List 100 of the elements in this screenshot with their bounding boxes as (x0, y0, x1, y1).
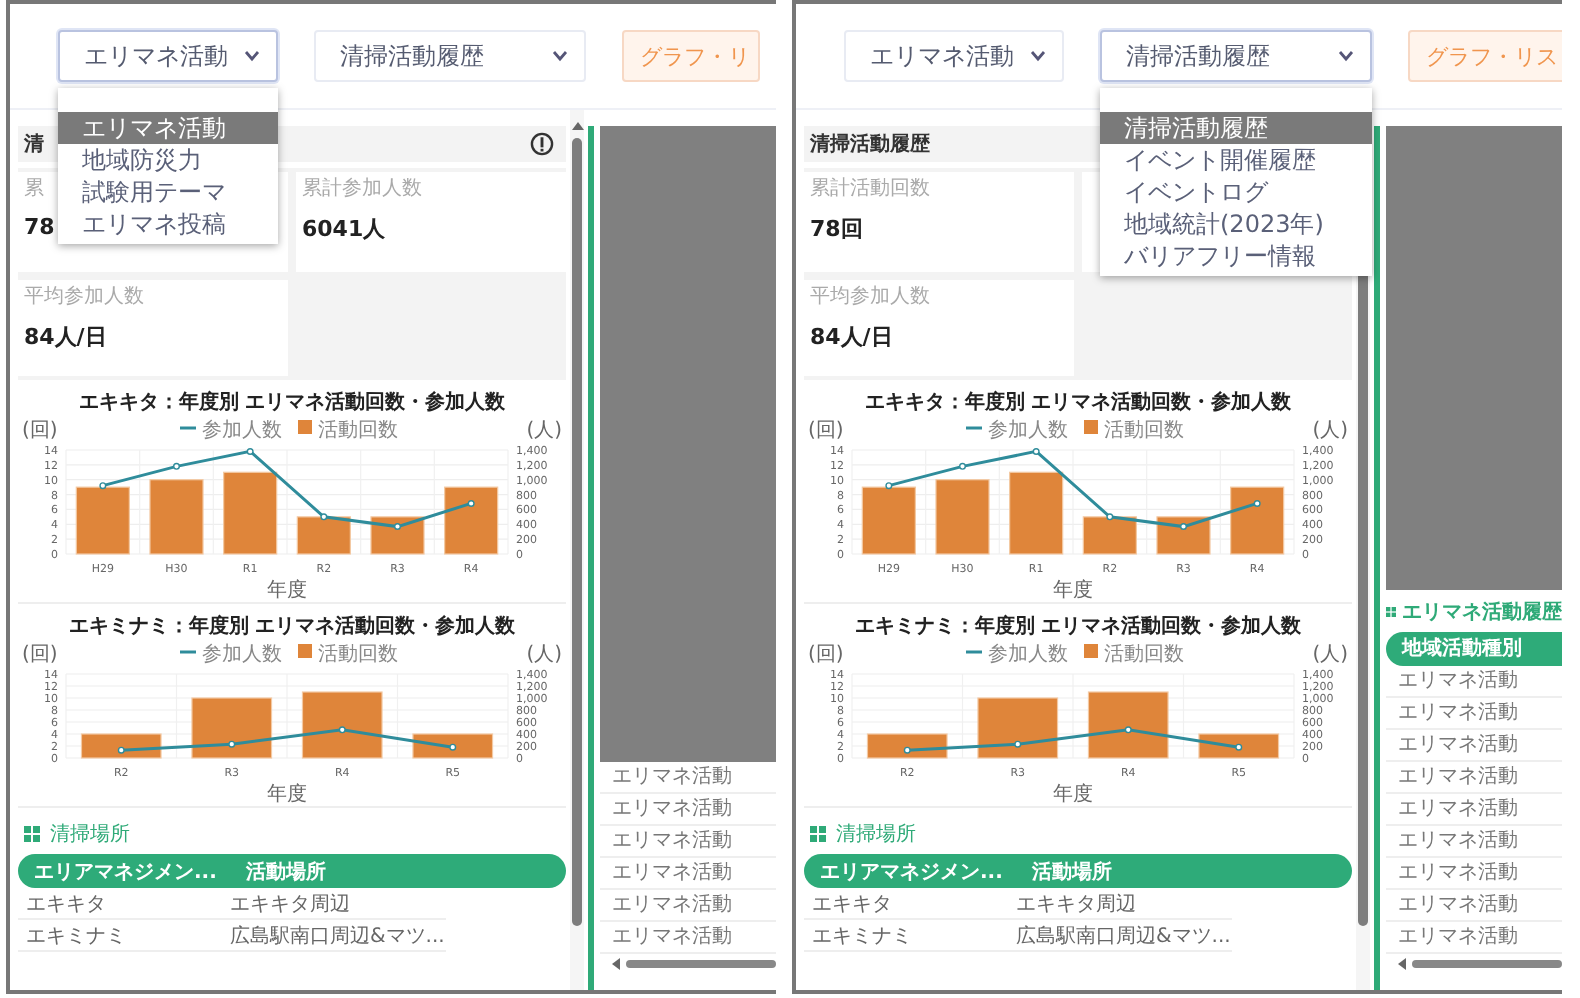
list-item[interactable]: エリマネ活動 (600, 762, 776, 794)
axis-unit: (人) (1312, 420, 1348, 442)
select-dropdown[interactable]: エリマネ活動 (58, 30, 278, 82)
data-point (338, 726, 346, 734)
legend-label: 参加人数 (202, 418, 282, 442)
table-cell-text: 広島駅南口周辺&マツ... (1016, 923, 1231, 949)
list-item[interactable]: エリマネ活動 (1386, 794, 1562, 826)
axis-unit: (回) (22, 420, 58, 442)
list-item[interactable]: エリマネ活動 (1386, 922, 1562, 954)
scrollbar-thumb[interactable] (626, 960, 776, 968)
scrollbar[interactable] (570, 110, 584, 990)
card-value: 84人/日 (24, 322, 107, 352)
list-item[interactable]: エリマネ活動 (600, 794, 776, 826)
menu-item[interactable]: イベントログ (1100, 176, 1372, 208)
table-cell-text: エキミナミ (26, 923, 128, 949)
list-item[interactable]: エリマネ活動 (600, 890, 776, 922)
legend-item: 参加人数 (966, 644, 1068, 666)
data-point (959, 462, 966, 470)
card-label: 累計参加人数 (302, 178, 422, 202)
scrollbar-thumb[interactable] (1412, 960, 1562, 968)
table-cell-text: エキキタ周辺 (1016, 891, 1136, 917)
legend-item: 参加人数 (966, 420, 1068, 442)
chevron-down-icon (244, 50, 260, 62)
list-item[interactable]: エリマネ活動 (1386, 858, 1562, 890)
data-point (1124, 726, 1132, 734)
data-point (246, 448, 254, 455)
chart-title: エキミナミ：年度別 エリマネ活動回数・参加人数 (68, 616, 516, 638)
legend-label: 参加人数 (202, 642, 282, 666)
list-header: 地域活動種別 (1386, 632, 1562, 666)
card-value: 78回 (810, 214, 863, 244)
card-label: 累 (24, 178, 44, 202)
list-item[interactable]: エリマネ活動 (1386, 666, 1562, 698)
chevron-down-icon (552, 50, 568, 62)
menu-item[interactable]: 清掃活動履歴 (1100, 112, 1372, 144)
list-item[interactable]: エリマネ活動 (600, 922, 776, 954)
section-title: 清 (24, 131, 44, 158)
grid-icon (1386, 604, 1396, 620)
list-item[interactable]: エリマネ活動 (1386, 698, 1562, 730)
info-icon[interactable] (530, 132, 554, 156)
menu-item[interactable]: エリマネ活動 (58, 112, 278, 144)
table-cell-text: エキキタ (812, 891, 894, 917)
menu-item[interactable]: 試験用テーマ (58, 176, 278, 208)
scroll-left-icon (1398, 958, 1406, 970)
column-header: 活動場所 (1032, 859, 1112, 885)
data-point (903, 746, 911, 754)
list-item[interactable]: エリマネ活動 (1386, 730, 1562, 762)
data-point (117, 746, 125, 754)
select-dropdown[interactable]: 清掃活動履歴 (314, 30, 586, 82)
table-cell-text: エキキタ (26, 891, 108, 917)
menu-item[interactable]: バリアフリー情報 (1100, 240, 1372, 272)
data-point (99, 482, 107, 490)
list-item[interactable]: エリマネ活動 (600, 826, 776, 858)
select-dropdown[interactable]: エリマネ活動 (844, 30, 1064, 82)
legend-item: 参加人数 (180, 420, 282, 442)
column-header: エリアマネジメン... (820, 859, 1005, 885)
data-point (320, 513, 328, 521)
card-value: 78 (24, 214, 55, 240)
data-point (1032, 448, 1040, 455)
card-value: 6041人 (302, 214, 386, 244)
menu-item[interactable]: 地域防災力 (58, 144, 278, 176)
data-point (885, 482, 893, 490)
axis-title: 年度 (1053, 580, 1093, 602)
data-point (449, 743, 457, 751)
list-item[interactable]: エリマネ活動 (1386, 890, 1562, 922)
legend-item: 活動回数 (298, 420, 398, 442)
data-point (1235, 743, 1243, 751)
legend-item: 活動回数 (1084, 420, 1184, 442)
grid-icon (810, 826, 826, 842)
data-point (1180, 523, 1187, 530)
card-label: 平均参加人数 (24, 286, 144, 310)
list-title: エリマネ活動履歴 (1402, 599, 1562, 626)
scroll-left-icon (612, 958, 620, 970)
chevron-down-icon (1030, 50, 1046, 62)
data-point (228, 740, 236, 748)
card-value: 84人/日 (810, 322, 893, 352)
grid-icon (24, 826, 40, 842)
menu-item[interactable]: エリマネ投稿 (58, 208, 278, 240)
data-point (1253, 500, 1261, 507)
section-title: 清掃活動履歴 (810, 131, 930, 158)
axis-unit: (回) (808, 644, 844, 666)
legend-item: 活動回数 (298, 644, 398, 666)
legend-label: 活動回数 (1104, 642, 1184, 666)
data-point (394, 523, 401, 530)
list-item[interactable]: エリマネ活動 (1386, 762, 1562, 794)
data-point (1014, 740, 1022, 748)
axis-title: 年度 (267, 580, 307, 602)
list-item[interactable]: エリマネ活動 (1386, 826, 1562, 858)
select-dropdown[interactable]: 清掃活動履歴 (1100, 30, 1372, 82)
legend-label: 参加人数 (988, 418, 1068, 442)
axis-unit: (回) (808, 420, 844, 442)
table-title: 清掃場所 (836, 821, 916, 848)
table-cell-text: エキキタ周辺 (230, 891, 350, 917)
menu-item[interactable]: イベント開催履歴 (1100, 144, 1372, 176)
legend-item: 参加人数 (180, 644, 282, 666)
legend-item: 活動回数 (1084, 644, 1184, 666)
axis-unit: (回) (22, 644, 58, 666)
list-item[interactable]: エリマネ活動 (600, 858, 776, 890)
menu-item[interactable]: 地域統計(2023年) (1100, 208, 1372, 240)
scrollbar-thumb[interactable] (572, 138, 582, 926)
axis-unit: (人) (526, 420, 562, 442)
